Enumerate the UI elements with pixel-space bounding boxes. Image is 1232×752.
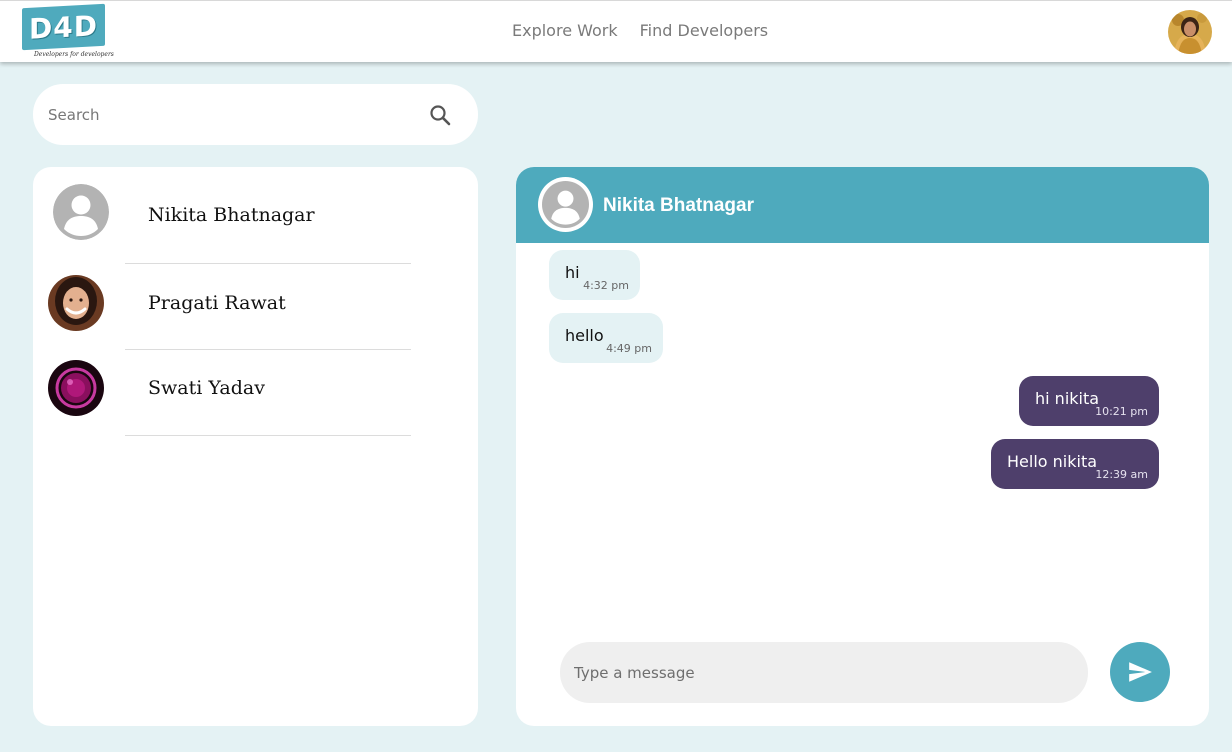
- message-input-box: [560, 642, 1088, 703]
- logo-badge: D4D: [22, 3, 105, 51]
- chat-panel: Nikita Bhatnagar hi 4:32 pm hello 4:49 p…: [516, 167, 1209, 726]
- user-avatar-photo: [1168, 10, 1212, 54]
- message-text: hi: [565, 263, 580, 282]
- contact-name: Swati Yadav: [148, 377, 265, 399]
- message-input[interactable]: [574, 656, 1074, 689]
- nav-find-developers[interactable]: Find Developers: [640, 21, 769, 40]
- message-time: 4:49 pm: [606, 342, 652, 355]
- contact-avatar-photo: [48, 360, 104, 416]
- message-bubble-outgoing: Hello nikita 12:39 am: [991, 439, 1159, 489]
- default-user-icon: [53, 184, 109, 240]
- contact-avatar-photo: [48, 275, 104, 331]
- user-avatar[interactable]: [1168, 10, 1212, 54]
- message-text: hi nikita: [1035, 389, 1100, 408]
- contact-item-swati-yadav[interactable]: Swati Yadav: [33, 349, 478, 435]
- message-bubble-incoming: hi 4:32 pm: [549, 250, 640, 300]
- contact-name: Nikita Bhatnagar: [148, 204, 315, 226]
- message-bubble-outgoing: hi nikita 10:21 pm: [1019, 376, 1159, 426]
- logo-text: D4D: [29, 8, 98, 46]
- nav-explore-work[interactable]: Explore Work: [512, 21, 618, 40]
- send-icon: [1129, 662, 1152, 682]
- message-text: Hello nikita: [1007, 452, 1098, 471]
- contacts-panel: Nikita Bhatnagar Pragati Rawat Swati Yad…: [33, 167, 478, 726]
- search-box: [33, 84, 478, 145]
- contact-divider: [125, 435, 411, 436]
- message-time: 10:21 pm: [1095, 405, 1148, 418]
- logo-tagline: Developers for developers: [34, 51, 114, 58]
- brand-logo[interactable]: D4D Developers for developers: [22, 3, 114, 62]
- chat-header: Nikita Bhatnagar: [516, 167, 1209, 243]
- message-time: 4:32 pm: [583, 279, 629, 292]
- contact-item-nikita-bhatnagar[interactable]: Nikita Bhatnagar: [33, 171, 478, 257]
- message-bubble-incoming: hello 4:49 pm: [549, 313, 663, 363]
- nav-links: Explore Work Find Developers: [512, 21, 768, 40]
- contact-name: Pragati Rawat: [148, 292, 286, 314]
- top-navbar: D4D Developers for developers Explore Wo…: [0, 0, 1232, 62]
- chat-contact-name: Nikita Bhatnagar: [603, 195, 754, 216]
- message-text: hello: [565, 326, 604, 345]
- message-time: 12:39 am: [1095, 468, 1148, 481]
- send-button[interactable]: [1110, 642, 1170, 702]
- default-user-icon: [538, 177, 593, 232]
- search-icon[interactable]: [428, 103, 452, 127]
- contact-item-pragati-rawat[interactable]: Pragati Rawat: [33, 263, 478, 349]
- search-input[interactable]: [48, 98, 408, 131]
